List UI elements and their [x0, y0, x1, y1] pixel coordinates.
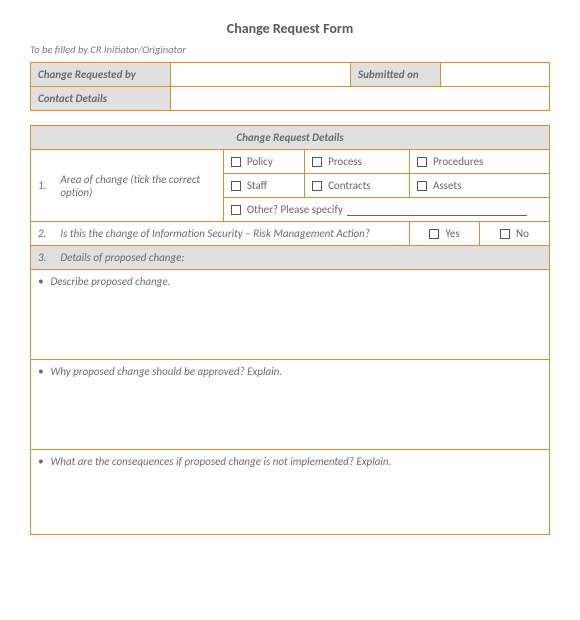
checkbox-process[interactable]	[312, 155, 328, 168]
submitted-on-field[interactable]	[441, 63, 550, 87]
option-assets-label: Assets	[433, 179, 461, 192]
option-cell: Assets	[410, 174, 550, 198]
checkbox-policy[interactable]	[231, 155, 247, 168]
option-cell: No	[480, 222, 550, 246]
option-cell: Process	[305, 150, 410, 174]
q3a-field[interactable]: • Describe proposed change.	[31, 270, 550, 360]
checkbox-other[interactable]	[231, 203, 247, 216]
subtitle: To be filled by CR Initiator/Originator	[30, 43, 550, 56]
q1-label: Area of change (tick the correct option)	[53, 150, 223, 222]
contact-field[interactable]	[171, 87, 550, 111]
other-specify-field[interactable]	[347, 208, 527, 216]
bullet-icon: •	[38, 275, 48, 288]
option-cell: Contracts	[305, 174, 410, 198]
q3-number: 3.	[31, 246, 54, 270]
q1-number: 1.	[31, 150, 54, 222]
checkbox-no[interactable]	[500, 227, 516, 240]
page-title: Change Request Form	[30, 20, 550, 37]
option-yes-label: Yes	[445, 227, 459, 240]
requested-by-label: Change Requested by	[31, 63, 171, 87]
option-other-label: Other? Please specify	[247, 203, 343, 216]
option-staff-label: Staff	[247, 179, 267, 192]
requester-table: Change Requested by Submitted on Contact…	[30, 62, 550, 111]
requested-by-field[interactable]	[171, 63, 351, 87]
q2-label: Is this the change of Information Securi…	[53, 222, 409, 246]
details-section-title: Change Request Details	[31, 126, 550, 150]
q3c-field[interactable]: • What are the consequences if proposed …	[31, 450, 550, 535]
option-cell: Yes	[410, 222, 480, 246]
bullet-icon: •	[38, 455, 48, 468]
option-cell: Policy	[223, 150, 304, 174]
details-table: Change Request Details 1. Area of change…	[30, 125, 550, 535]
q3c-label: What are the consequences if proposed ch…	[51, 455, 392, 468]
option-contracts-label: Contracts	[328, 179, 371, 192]
q3b-field[interactable]: • Why proposed change should be approved…	[31, 360, 550, 450]
checkbox-yes[interactable]	[429, 227, 445, 240]
option-procedures-label: Procedures	[433, 155, 483, 168]
option-no-label: No	[516, 227, 529, 240]
option-cell: Procedures	[410, 150, 550, 174]
option-cell: Other? Please specify	[223, 198, 549, 222]
option-cell: Staff	[223, 174, 304, 198]
checkbox-contracts[interactable]	[312, 179, 328, 192]
q3a-label: Describe proposed change.	[51, 275, 171, 288]
q2-number: 2.	[31, 222, 54, 246]
contact-label: Contact Details	[31, 87, 171, 111]
checkbox-staff[interactable]	[231, 179, 247, 192]
submitted-on-label: Submitted on	[351, 63, 441, 87]
checkbox-procedures[interactable]	[417, 155, 433, 168]
option-policy-label: Policy	[247, 155, 273, 168]
bullet-icon: •	[38, 365, 48, 378]
q3b-label: Why proposed change should be approved? …	[51, 365, 283, 378]
q3-label: Details of proposed change:	[53, 246, 549, 270]
checkbox-assets[interactable]	[417, 179, 433, 192]
option-process-label: Process	[328, 155, 362, 168]
